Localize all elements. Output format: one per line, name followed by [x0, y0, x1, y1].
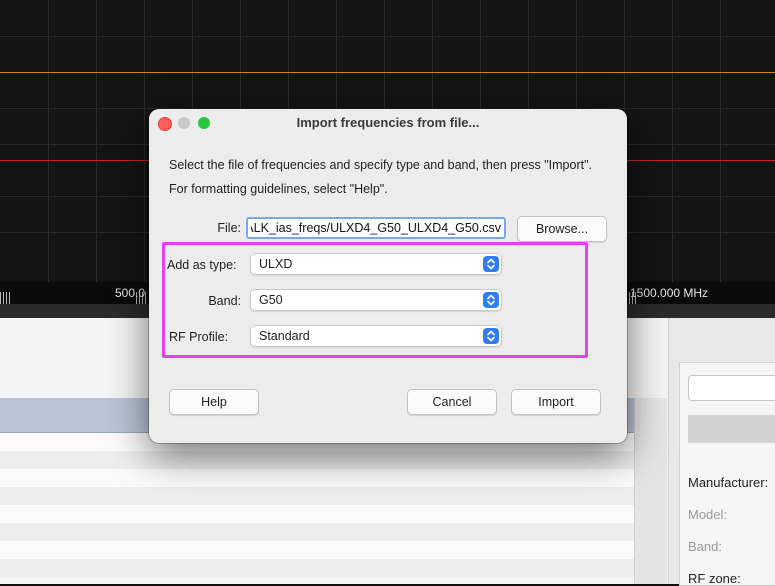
grid-line — [0, 36, 775, 37]
threshold-line-orange — [0, 72, 775, 73]
axis-label-500: 500.0 — [115, 286, 146, 300]
band-label: Band: — [688, 539, 722, 554]
instruction-line-2: For formatting guidelines, select "Help"… — [169, 182, 388, 196]
vertical-scrollbar[interactable] — [634, 398, 667, 584]
grid-line — [720, 0, 721, 282]
table-row[interactable] — [0, 469, 634, 487]
rf-profile-select[interactable]: Standard — [250, 325, 502, 347]
chevron-up-down-icon — [483, 328, 499, 344]
table-row[interactable] — [0, 451, 634, 469]
device-color-bar — [688, 415, 775, 443]
import-frequencies-dialog: Import frequencies from file... Select t… — [149, 109, 627, 443]
table-row[interactable] — [0, 487, 634, 505]
grid-line — [144, 0, 145, 282]
band-select[interactable]: G50 — [250, 289, 502, 311]
model-label: Model: — [688, 507, 728, 522]
file-label: File: — [217, 221, 241, 235]
rf-profile-select-value: Standard — [259, 329, 310, 343]
dialog-title: Import frequencies from file... — [296, 115, 480, 130]
file-path-input[interactable] — [246, 217, 506, 239]
manufacturer-label: Manufacturer: — [688, 475, 769, 490]
table-row[interactable] — [0, 559, 634, 577]
grid-line — [672, 0, 673, 282]
chevron-up-down-icon — [483, 292, 499, 308]
type-select-value: ULXD — [259, 257, 293, 271]
table-row[interactable] — [0, 523, 634, 541]
browse-button[interactable]: Browse... — [517, 216, 607, 242]
dialog-titlebar: Import frequencies from file... — [149, 109, 627, 137]
band-label: Band: — [208, 294, 241, 308]
chevron-up-down-icon — [483, 256, 499, 272]
device-details-panel: Manufacturer: Model: Band: RF zone: — [668, 318, 775, 586]
rf-profile-label: RF Profile: — [169, 330, 229, 344]
device-details-box: Manufacturer: Model: Band: RF zone: — [679, 362, 775, 586]
import-button[interactable]: Import — [511, 389, 601, 415]
type-select[interactable]: ULXD — [250, 253, 502, 275]
add-as-type-label: Add as type: — [167, 258, 237, 272]
axis-tick-marks — [0, 292, 12, 304]
grid-line — [48, 0, 49, 282]
help-button[interactable]: Help — [169, 389, 259, 415]
device-name-field[interactable] — [688, 375, 775, 401]
band-select-value: G50 — [259, 293, 283, 307]
cancel-button[interactable]: Cancel — [407, 389, 497, 415]
grid-line — [96, 0, 97, 282]
instruction-line-1: Select the file of frequencies and speci… — [169, 158, 593, 172]
table-row[interactable] — [0, 505, 634, 523]
table-row[interactable] — [0, 541, 634, 559]
axis-label-1500: 1500.000 MHz — [630, 286, 709, 300]
